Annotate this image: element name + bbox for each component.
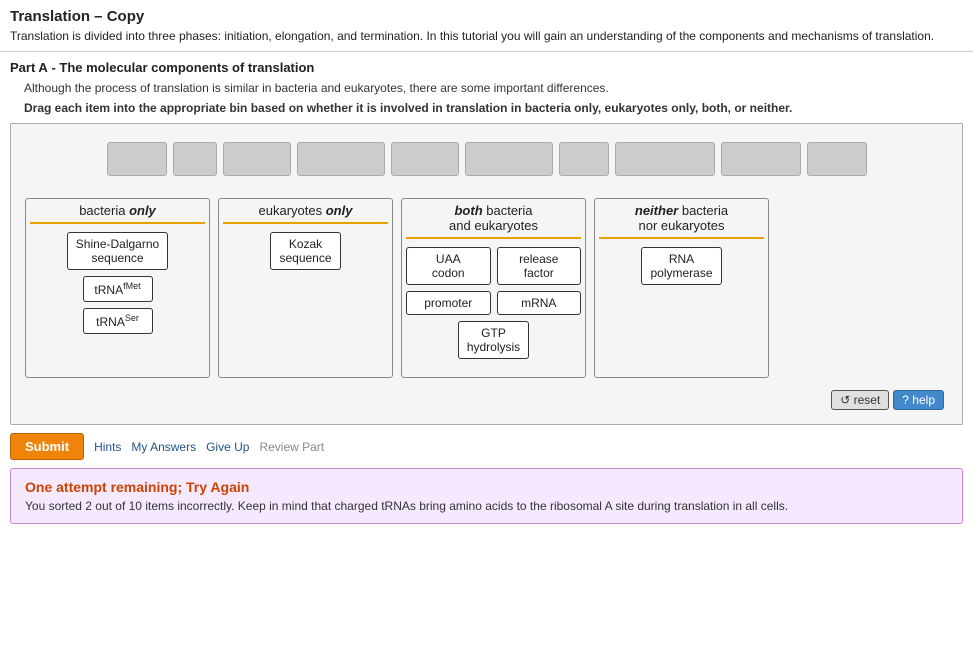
my-answers-link[interactable]: My Answers — [131, 440, 196, 454]
bin-neither[interactable]: neither bacterianor eukaryotes RNApolyme… — [594, 198, 769, 378]
item-kozak[interactable]: Kozaksequence — [270, 232, 340, 270]
bin-both-items: UAAcodon releasefactor promoter mRNA GTP… — [406, 247, 581, 359]
slot-8[interactable] — [615, 142, 715, 176]
feedback-text: You sorted 2 out of 10 items incorrectly… — [25, 499, 948, 513]
part-label: Part A — [10, 60, 48, 75]
bin-eukaryotes-only[interactable]: eukaryotes only Kozaksequence — [218, 198, 393, 378]
slot-row-2 — [721, 142, 867, 176]
slot-9[interactable] — [721, 142, 801, 176]
part-title: The molecular components of translation — [59, 60, 314, 75]
item-mrna[interactable]: mRNA — [497, 291, 582, 315]
bin-bacteria-only[interactable]: bacteria only Shine-Dalgarnosequence tRN… — [25, 198, 210, 378]
review-part-label: Review Part — [259, 440, 324, 454]
bin-both-header: both bacteriaand eukaryotes — [406, 203, 581, 239]
feedback-box: One attempt remaining; Try Again You sor… — [10, 468, 963, 524]
slot-5[interactable] — [391, 142, 459, 176]
page-title: Translation – Copy — [0, 0, 973, 29]
slot-4[interactable] — [297, 142, 385, 176]
bin-bacteria-only-header: bacteria only — [30, 203, 205, 224]
part-header: Part A - The molecular components of tra… — [0, 52, 973, 79]
bin-bacteria-only-items: Shine-Dalgarnosequence tRNAfMet tRNASer — [30, 232, 205, 334]
reset-button[interactable]: ↺ reset — [831, 390, 889, 410]
slot-3[interactable] — [223, 142, 291, 176]
item-uaa-codon[interactable]: UAAcodon — [406, 247, 491, 285]
bins-container: bacteria only Shine-Dalgarnosequence tRN… — [21, 198, 952, 386]
draggable-items-pool — [21, 134, 952, 198]
page-description: Translation is divided into three phases… — [0, 29, 973, 52]
slot-row-1 — [107, 142, 715, 176]
feedback-title: One attempt remaining; Try Again — [25, 479, 948, 495]
give-up-link[interactable]: Give Up — [206, 440, 249, 454]
hints-link[interactable]: Hints — [94, 440, 121, 454]
bottom-buttons: ↺ reset ? help — [21, 386, 952, 414]
item-promoter[interactable]: promoter — [406, 291, 491, 315]
help-button[interactable]: ? help — [893, 390, 944, 410]
slot-1[interactable] — [107, 142, 167, 176]
slot-6[interactable] — [465, 142, 553, 176]
item-trna-ser[interactable]: tRNASer — [83, 308, 153, 334]
bin-neither-items: RNApolymerase — [599, 247, 764, 285]
item-trna-fmet[interactable]: tRNAfMet — [83, 276, 153, 302]
part-sub: Although the process of translation is s… — [0, 79, 973, 99]
bin-neither-header: neither bacterianor eukaryotes — [599, 203, 764, 239]
item-release-factor[interactable]: releasefactor — [497, 247, 582, 285]
slot-2[interactable] — [173, 142, 217, 176]
bin-both[interactable]: both bacteriaand eukaryotes UAAcodon rel… — [401, 198, 586, 378]
slot-10[interactable] — [807, 142, 867, 176]
action-bar: Submit Hints My Answers Give Up Review P… — [0, 425, 973, 468]
item-gtp-hydrolysis[interactable]: GTPhydrolysis — [458, 321, 529, 359]
part-instruction: Drag each item into the appropriate bin … — [0, 99, 973, 123]
bin-eukaryotes-only-items: Kozaksequence — [223, 232, 388, 270]
submit-button[interactable]: Submit — [10, 433, 84, 460]
item-shine-dalgarno[interactable]: Shine-Dalgarnosequence — [67, 232, 168, 270]
item-rna-polymerase[interactable]: RNApolymerase — [641, 247, 721, 285]
slot-7[interactable] — [559, 142, 609, 176]
bin-eukaryotes-only-header: eukaryotes only — [223, 203, 388, 224]
drag-area: bacteria only Shine-Dalgarnosequence tRN… — [10, 123, 963, 425]
